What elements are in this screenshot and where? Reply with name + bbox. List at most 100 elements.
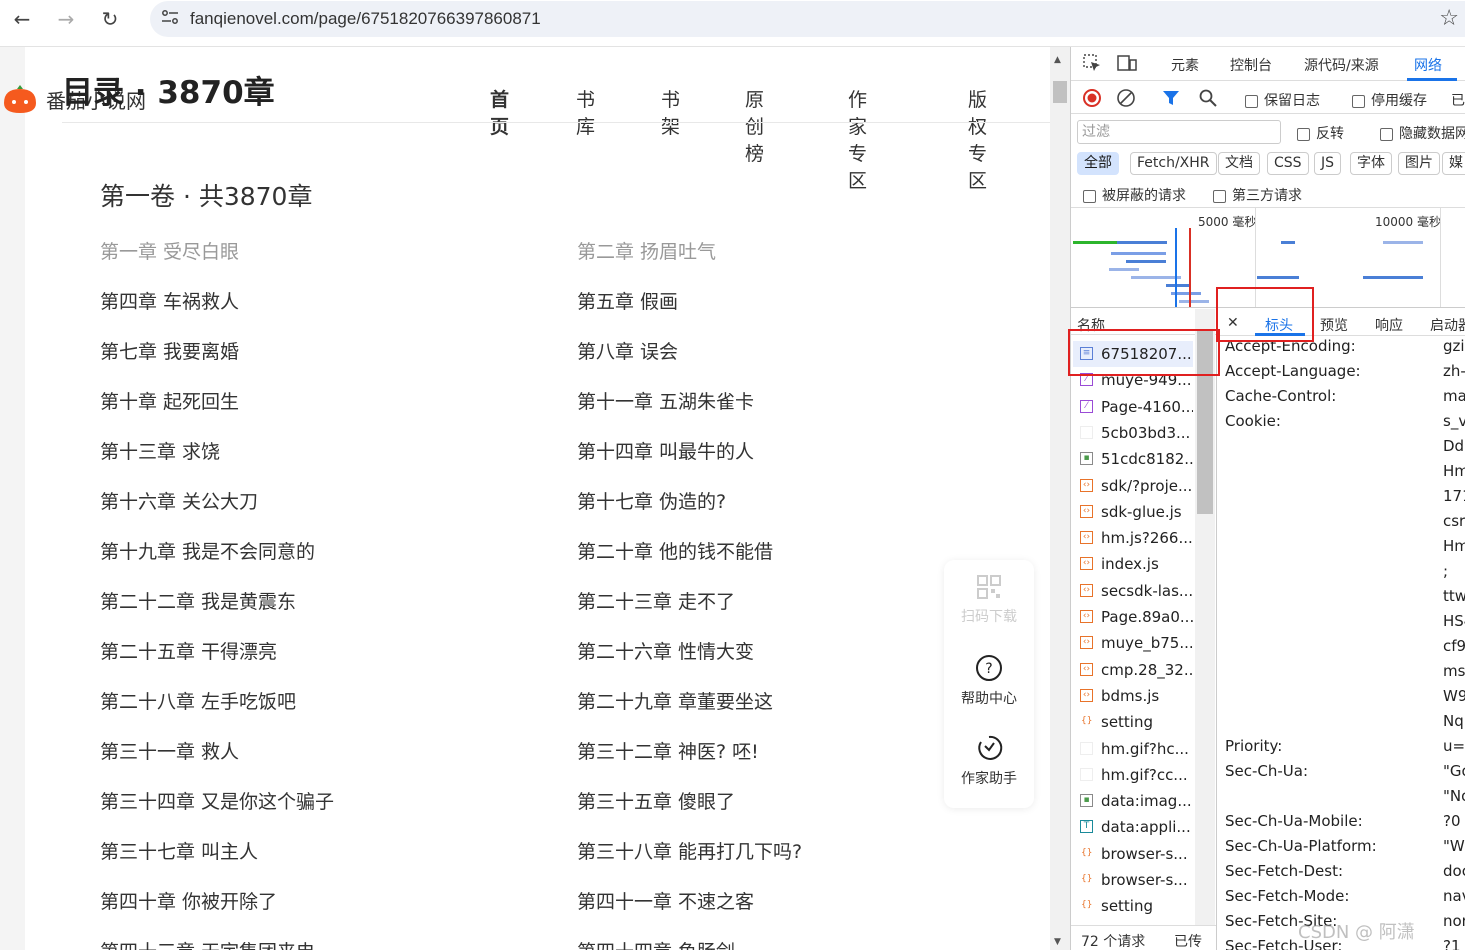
chapter-link[interactable]: 第三十八章 能再打几下吗? xyxy=(577,837,802,864)
checkbox-box[interactable] xyxy=(1352,94,1365,108)
fanqie-logo-icon[interactable] xyxy=(2,85,38,115)
checkbox-box[interactable] xyxy=(1245,94,1258,108)
record-stop-icon[interactable] xyxy=(1083,89,1101,111)
qr-download[interactable]: 扫码下载 xyxy=(944,574,1034,626)
chapter-link[interactable]: 第二十五章 干得漂亮 xyxy=(100,637,277,664)
nav-home[interactable]: 首页 xyxy=(490,85,509,139)
chapter-link[interactable]: 第四十一章 不速之客 xyxy=(577,887,754,914)
nav-writer-zone[interactable]: 作家专区 xyxy=(848,85,867,193)
chapter-link[interactable]: 第二十九章 章董要坐这 xyxy=(577,687,773,714)
type-js[interactable]: JS xyxy=(1314,152,1342,175)
chapter-link[interactable]: 第二章 扬眉吐气 xyxy=(577,237,716,264)
request-row[interactable]: ▪ data:imag... xyxy=(1073,788,1193,814)
tab-elements[interactable]: 元素 xyxy=(1171,55,1199,75)
page-scrollbar[interactable]: ▲ ▼ xyxy=(1050,47,1070,950)
page-scroll-thumb[interactable] xyxy=(1053,81,1067,103)
forward-arrow-icon[interactable]: → xyxy=(44,0,88,38)
request-row[interactable]: Tdata:appli... xyxy=(1073,814,1193,840)
chapter-link[interactable]: 第十六章 关公大刀 xyxy=(100,487,258,514)
chapter-link[interactable]: 第三十四章 又是你这个骗子 xyxy=(100,787,334,814)
chapter-link[interactable]: 第三十七章 叫主人 xyxy=(100,837,258,864)
chapter-link[interactable]: 第二十二章 我是黄震东 xyxy=(100,587,296,614)
reload-icon[interactable]: ↻ xyxy=(88,0,132,38)
site-settings-icon[interactable] xyxy=(150,10,190,28)
request-row[interactable]: ‹› index.js xyxy=(1073,551,1193,577)
chapter-link[interactable]: 第二十六章 性情大变 xyxy=(577,637,754,664)
request-row[interactable]: hm.gif?cc... xyxy=(1073,762,1193,788)
chapter-link[interactable]: 第十四章 叫最牛的人 xyxy=(577,437,754,464)
blocked-requests-checkbox[interactable]: 被屏蔽的请求 xyxy=(1083,185,1186,205)
chapter-link[interactable]: 第四十章 你被开除了 xyxy=(100,887,277,914)
request-row[interactable]: {} browser-s... xyxy=(1073,867,1193,893)
chapter-link[interactable]: 第四十三章 天宇集团来电 xyxy=(100,937,315,950)
writer-assistant[interactable]: 作家助手 xyxy=(944,734,1034,788)
request-row[interactable]: ‹› cmp.28_32... xyxy=(1073,657,1193,683)
back-arrow-icon[interactable]: ← xyxy=(0,0,44,38)
chapter-link[interactable]: 第一章 受尽白眼 xyxy=(100,237,239,264)
type-font[interactable]: 字体 xyxy=(1350,152,1392,175)
chapter-link[interactable]: 第三十五章 傻眼了 xyxy=(577,787,735,814)
preserve-log-checkbox[interactable]: 保留日志 xyxy=(1245,90,1320,110)
url-text[interactable]: fanqienovel.com/page/6751820766397860871 xyxy=(190,9,541,29)
filter-funnel-icon[interactable] xyxy=(1162,89,1180,111)
chapter-link[interactable]: 第四章 车祸救人 xyxy=(100,287,239,314)
bookmark-star-icon[interactable]: ☆ xyxy=(1439,6,1459,31)
request-row[interactable]: ‹› sdk-glue.js xyxy=(1073,499,1193,525)
tab-initiator[interactable]: 启动器 xyxy=(1430,315,1465,335)
hide-data-urls-checkbox[interactable]: 隐藏数据网 xyxy=(1380,123,1465,143)
request-row[interactable]: {} browser-s... xyxy=(1073,841,1193,867)
chapter-link[interactable]: 第十一章 五湖朱雀卡 xyxy=(577,387,754,414)
request-row[interactable]: hm.gif?hc... xyxy=(1073,736,1193,762)
type-fetch-xhr[interactable]: Fetch/XHR xyxy=(1130,152,1217,175)
scroll-down-arrow-icon[interactable]: ▼ xyxy=(1054,937,1061,947)
chapter-link[interactable]: 第十九章 我是不会同意的 xyxy=(100,537,315,564)
type-doc[interactable]: 文档 xyxy=(1218,152,1260,175)
nav-copyright-zone[interactable]: 版权专区 xyxy=(968,85,987,193)
request-row[interactable]: ‹› muye_b75... xyxy=(1073,630,1193,656)
checkbox-box[interactable] xyxy=(1380,127,1393,141)
chapter-link[interactable]: 第二十八章 左手吃饭吧 xyxy=(100,687,296,714)
checkbox-box[interactable] xyxy=(1297,127,1310,141)
address-bar[interactable]: fanqienovel.com/page/6751820766397860871… xyxy=(150,1,1465,37)
checkbox-box[interactable] xyxy=(1213,189,1226,203)
nav-library[interactable]: 书库 xyxy=(576,85,595,139)
request-row[interactable]: ‹› Page.89a0... xyxy=(1073,604,1193,630)
filter-input[interactable]: 过滤 xyxy=(1077,120,1281,144)
request-row[interactable]: {} setting xyxy=(1073,893,1193,919)
request-row[interactable]: {} setting xyxy=(1073,709,1193,735)
throttle-select[interactable]: 已停 xyxy=(1451,90,1465,110)
chapter-link[interactable]: 第二十章 他的钱不能借 xyxy=(577,537,773,564)
request-row[interactable]: ▪ 51cdc8182... xyxy=(1073,446,1193,472)
search-icon[interactable] xyxy=(1199,89,1217,111)
tab-sources[interactable]: 源代码/来源 xyxy=(1304,55,1379,75)
request-row[interactable]: ‹› bdms.js xyxy=(1073,683,1193,709)
request-list-scrollbar[interactable] xyxy=(1195,309,1215,925)
tab-console[interactable]: 控制台 xyxy=(1230,55,1272,75)
request-row[interactable]: ⁄ Page-4160... xyxy=(1073,394,1193,420)
tab-preview[interactable]: 预览 xyxy=(1320,315,1348,335)
invert-checkbox[interactable]: 反转 xyxy=(1297,123,1344,143)
help-center[interactable]: ? 帮助中心 xyxy=(944,654,1034,708)
tab-response[interactable]: 响应 xyxy=(1375,315,1403,335)
chapter-link[interactable]: 第十章 起死回生 xyxy=(100,387,239,414)
inspect-element-icon[interactable] xyxy=(1083,54,1101,77)
nav-original-rank[interactable]: 原创榜 xyxy=(745,85,764,166)
type-media[interactable]: 媒 xyxy=(1442,152,1465,175)
chapter-link[interactable]: 第三十一章 救人 xyxy=(100,737,239,764)
chapter-link[interactable]: 第十三章 求饶 xyxy=(100,437,220,464)
scroll-up-arrow-icon[interactable]: ▲ xyxy=(1054,55,1061,65)
clear-icon[interactable] xyxy=(1117,89,1135,111)
request-row[interactable]: 5cb03bd3... xyxy=(1073,420,1193,446)
chapter-link[interactable]: 第三十二章 神医? 呸! xyxy=(577,737,759,764)
tab-network[interactable]: 网络 xyxy=(1414,55,1442,75)
chapter-link[interactable]: 第七章 我要离婚 xyxy=(100,337,239,364)
type-img[interactable]: 图片 xyxy=(1398,152,1440,175)
device-toolbar-icon[interactable] xyxy=(1117,54,1137,77)
request-row[interactable]: ‹› sdk/?proje... xyxy=(1073,473,1193,499)
chapter-link[interactable]: 第八章 误会 xyxy=(577,337,678,364)
type-all[interactable]: 全部 xyxy=(1077,152,1119,175)
checkbox-box[interactable] xyxy=(1083,189,1096,203)
nav-bookshelf[interactable]: 书架 xyxy=(661,85,680,139)
chapter-link[interactable]: 第五章 假画 xyxy=(577,287,678,314)
third-party-checkbox[interactable]: 第三方请求 xyxy=(1213,185,1302,205)
